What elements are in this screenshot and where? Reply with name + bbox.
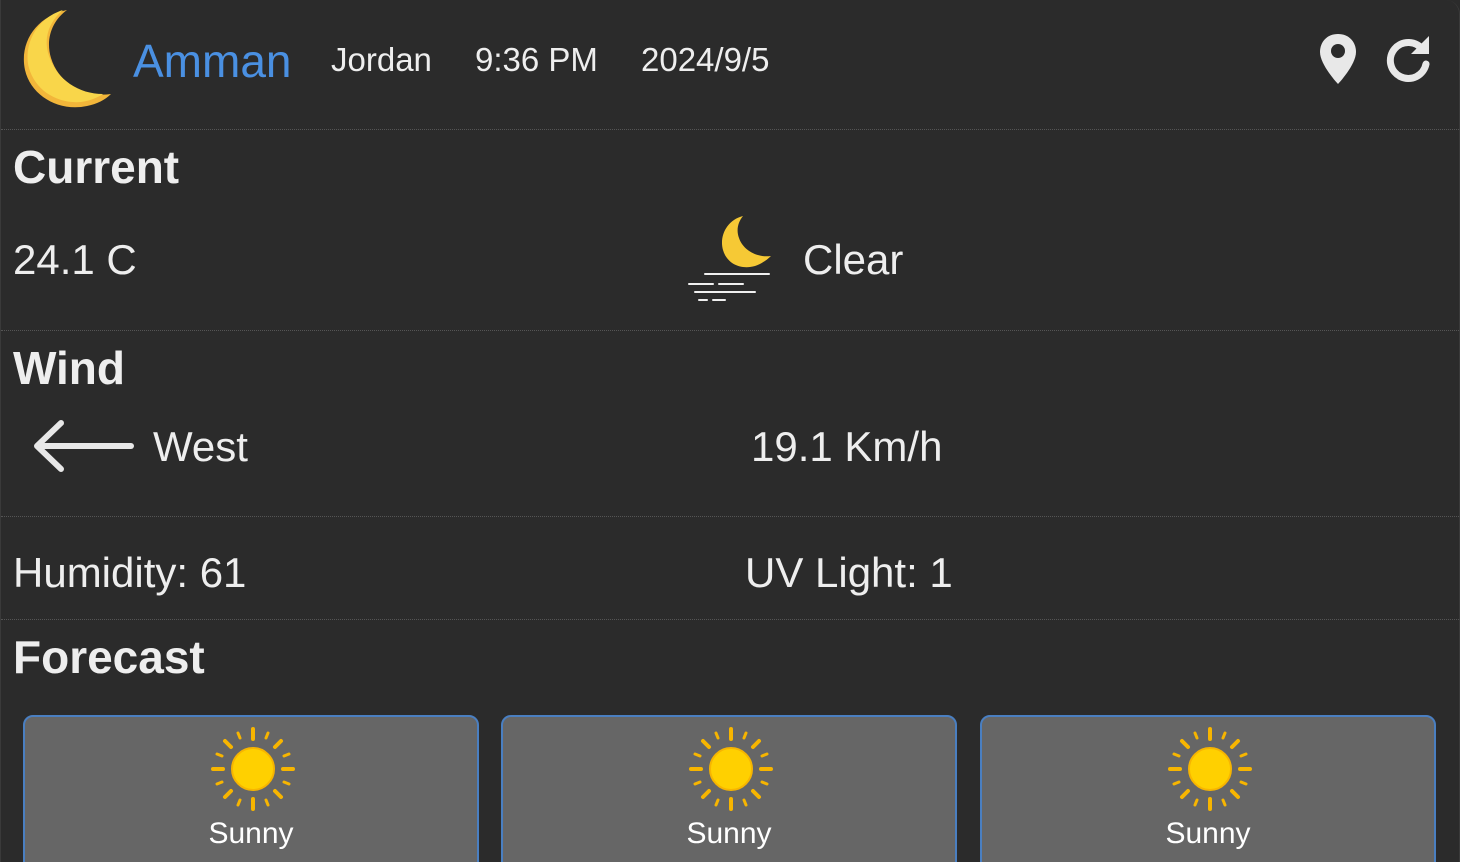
local-time: 9:36 PM	[475, 41, 598, 78]
wind-speed: 19.1 Km/h	[751, 423, 943, 470]
location-pin-icon[interactable]	[1318, 32, 1358, 86]
moon-icon	[23, 10, 111, 108]
forecast-title: Forecast	[13, 631, 205, 683]
country-name: Jordan	[331, 41, 432, 78]
current-temperature: 24.1 C	[13, 236, 137, 283]
current-section: Current 24.1 C Clear	[1, 130, 1459, 331]
local-date: 2024/9/5	[641, 41, 770, 78]
arrow-left-icon	[34, 420, 134, 472]
moon-fog-icon	[688, 216, 771, 301]
wind-title: Wind	[13, 342, 125, 394]
refresh-icon[interactable]	[1383, 34, 1433, 84]
forecast-card[interactable]: Sunny	[23, 715, 479, 862]
forecast-card[interactable]: Sunny	[980, 715, 1436, 862]
humidity-value: Humidity: 61	[13, 549, 247, 596]
forecast-condition: Sunny	[208, 817, 294, 850]
header: Amman Jordan 9:36 PM 2024/9/5	[1, 0, 1459, 130]
forecast-condition: Sunny	[1165, 817, 1251, 850]
forecast-section: Forecast Sunny Sunny Sunny	[1, 620, 1459, 862]
misc-section: Humidity: 61 UV Light: 1	[1, 517, 1459, 620]
uv-value: UV Light: 1	[745, 549, 953, 596]
weather-app: Amman Jordan 9:36 PM 2024/9/5 Current 24…	[0, 0, 1460, 862]
sun-icon	[211, 727, 295, 811]
current-title: Current	[13, 141, 180, 193]
sun-icon	[689, 727, 773, 811]
sun-icon	[1168, 727, 1252, 811]
wind-section: Wind West 19.1 Km/h	[1, 331, 1459, 517]
forecast-card[interactable]: Sunny	[501, 715, 957, 862]
current-condition: Clear	[803, 236, 904, 283]
city-name: Amman	[133, 35, 292, 87]
wind-direction: West	[153, 423, 248, 470]
forecast-condition: Sunny	[686, 817, 772, 850]
